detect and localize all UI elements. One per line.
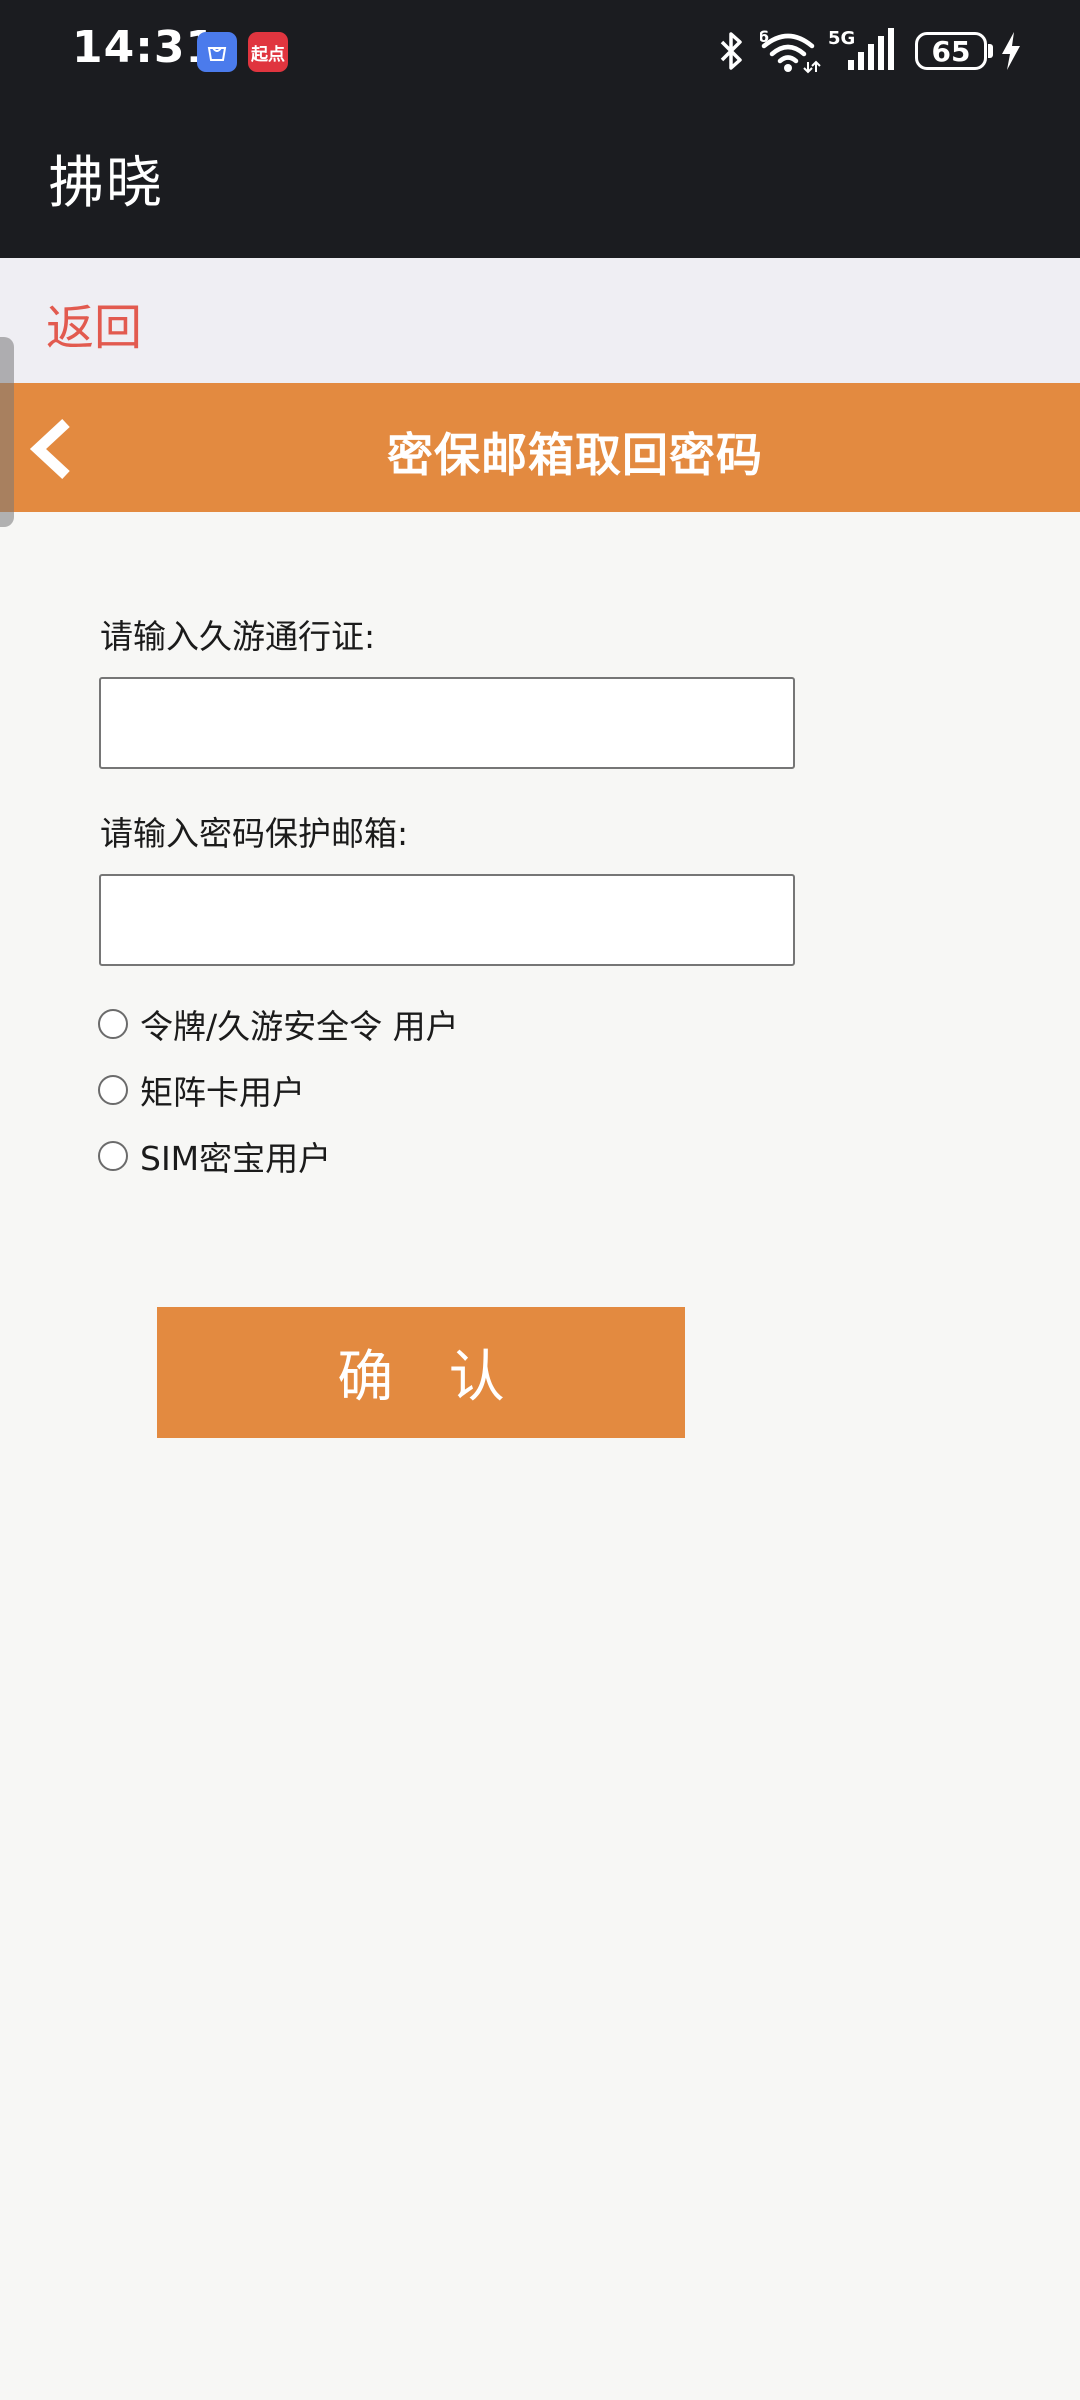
wifi-icon: 6 [760, 28, 821, 74]
radio-option-token[interactable]: 令牌/久游安全令 用户 [98, 1000, 459, 1048]
edge-drag-handle[interactable] [0, 337, 14, 527]
radio-option-sim[interactable]: SIM密宝用户 [98, 1132, 331, 1180]
network-type: 5G [828, 28, 855, 49]
account-input[interactable] [99, 677, 795, 769]
radio-button[interactable] [98, 1009, 128, 1039]
radio-label: 令牌/久游安全令 用户 [140, 1007, 459, 1046]
page-header: 密保邮箱取回密码 [0, 383, 1080, 512]
wifi-badge: 6 [760, 28, 769, 46]
radio-label: 矩阵卡用户 [140, 1073, 305, 1112]
email-input[interactable] [99, 874, 795, 966]
email-label: 请输入密码保护邮箱: [100, 814, 409, 853]
radio-button[interactable] [98, 1141, 128, 1171]
app-title: 拂晓 [48, 151, 164, 216]
battery-tip [988, 44, 993, 58]
status-icons: 6 5G 65 [660, 0, 1080, 100]
qidian-icon: 起点 [248, 32, 288, 72]
radio-label: SIM密宝用户 [140, 1139, 332, 1178]
return-link[interactable]: 返回 [46, 288, 142, 358]
status-time: 14:31 [72, 22, 218, 73]
page-title: 密保邮箱取回密码 [387, 428, 763, 482]
signal-icon: 5G [828, 28, 894, 70]
radio-option-matrix-card[interactable]: 矩阵卡用户 [98, 1066, 305, 1114]
return-row: 返回 [0, 258, 1080, 383]
bluetooth-icon [720, 32, 742, 70]
app-store-icon [197, 32, 237, 72]
confirm-button[interactable]: 确 认 [157, 1307, 685, 1438]
account-label: 请输入久游通行证: [100, 617, 376, 656]
app-bar: 拂晓 [0, 100, 1080, 258]
status-bar: 14:31 起点 6 5G 65 [0, 0, 1080, 100]
battery-level: 65 [931, 34, 971, 68]
radio-button[interactable] [98, 1075, 128, 1105]
battery-icon: 65 [915, 32, 987, 70]
charging-icon [1002, 32, 1020, 70]
